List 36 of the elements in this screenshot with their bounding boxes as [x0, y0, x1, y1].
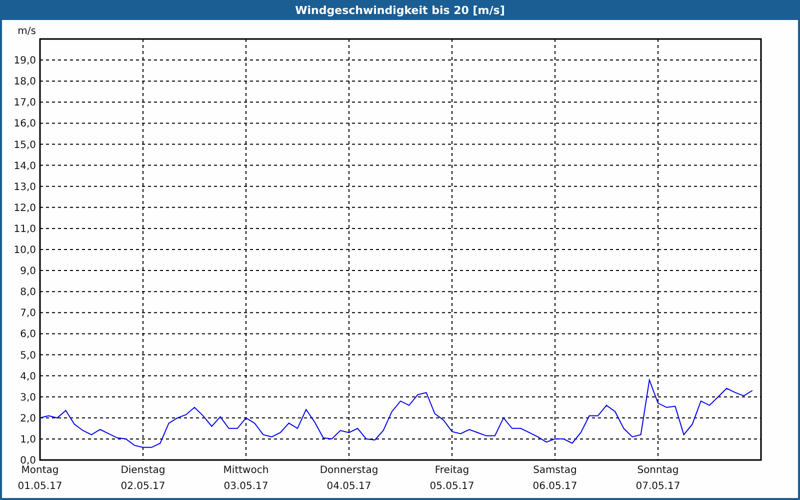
- axis-unit-label: m/s: [18, 26, 36, 37]
- date-label: 05.05.17: [430, 481, 474, 492]
- date-label: 04.05.17: [326, 481, 372, 492]
- x-tick-label: Dienstag: [120, 465, 166, 476]
- y-tick-label: 8,0: [20, 287, 36, 298]
- y-tick-label: 18,0: [14, 76, 36, 88]
- window-title: Windgeschwindigkeit bis 20 [m/s]: [2, 0, 798, 20]
- y-tick-label: 5,0: [20, 350, 36, 362]
- date-label: 07.05.17: [636, 481, 680, 492]
- x-tick-label: Donnerstag: [320, 465, 378, 476]
- y-tick-label: 7,0: [20, 308, 36, 320]
- y-tick-label: 16,0: [14, 118, 36, 130]
- x-tick-label: Freitag: [434, 465, 470, 476]
- y-tick-label: 10,0: [14, 245, 36, 256]
- x-tick-label: Samstag: [533, 465, 577, 476]
- y-tick-label: 13,0: [14, 182, 36, 193]
- date-label: 06.05.17: [532, 481, 578, 492]
- x-tick-label: Montag: [21, 465, 59, 476]
- date-label: 02.05.17: [120, 481, 166, 492]
- y-tick-label: 9,0: [20, 266, 36, 278]
- y-tick-label: 15,0: [14, 140, 36, 151]
- y-tick-label: 19,0: [14, 56, 36, 67]
- y-tick-label: 2,0: [20, 413, 36, 424]
- y-tick-label: 11,0: [14, 224, 36, 235]
- y-tick-label: 17,0: [14, 98, 36, 109]
- y-tick-label: 0,0: [20, 456, 36, 466]
- y-tick-label: 4,0: [20, 371, 36, 382]
- y-tick-label: 14,0: [14, 160, 36, 172]
- x-tick-label: Mittwoch: [223, 465, 269, 476]
- y-tick-label: 1,0: [20, 434, 36, 446]
- y-tick-label: 12,0: [14, 202, 36, 214]
- y-tick-label: 3,0: [20, 392, 36, 404]
- date-label: 03.05.17: [224, 481, 268, 492]
- y-tick-label: 6,0: [20, 329, 36, 340]
- date-label: 01.05.17: [18, 481, 62, 492]
- x-tick-label: Sonntag: [637, 465, 679, 476]
